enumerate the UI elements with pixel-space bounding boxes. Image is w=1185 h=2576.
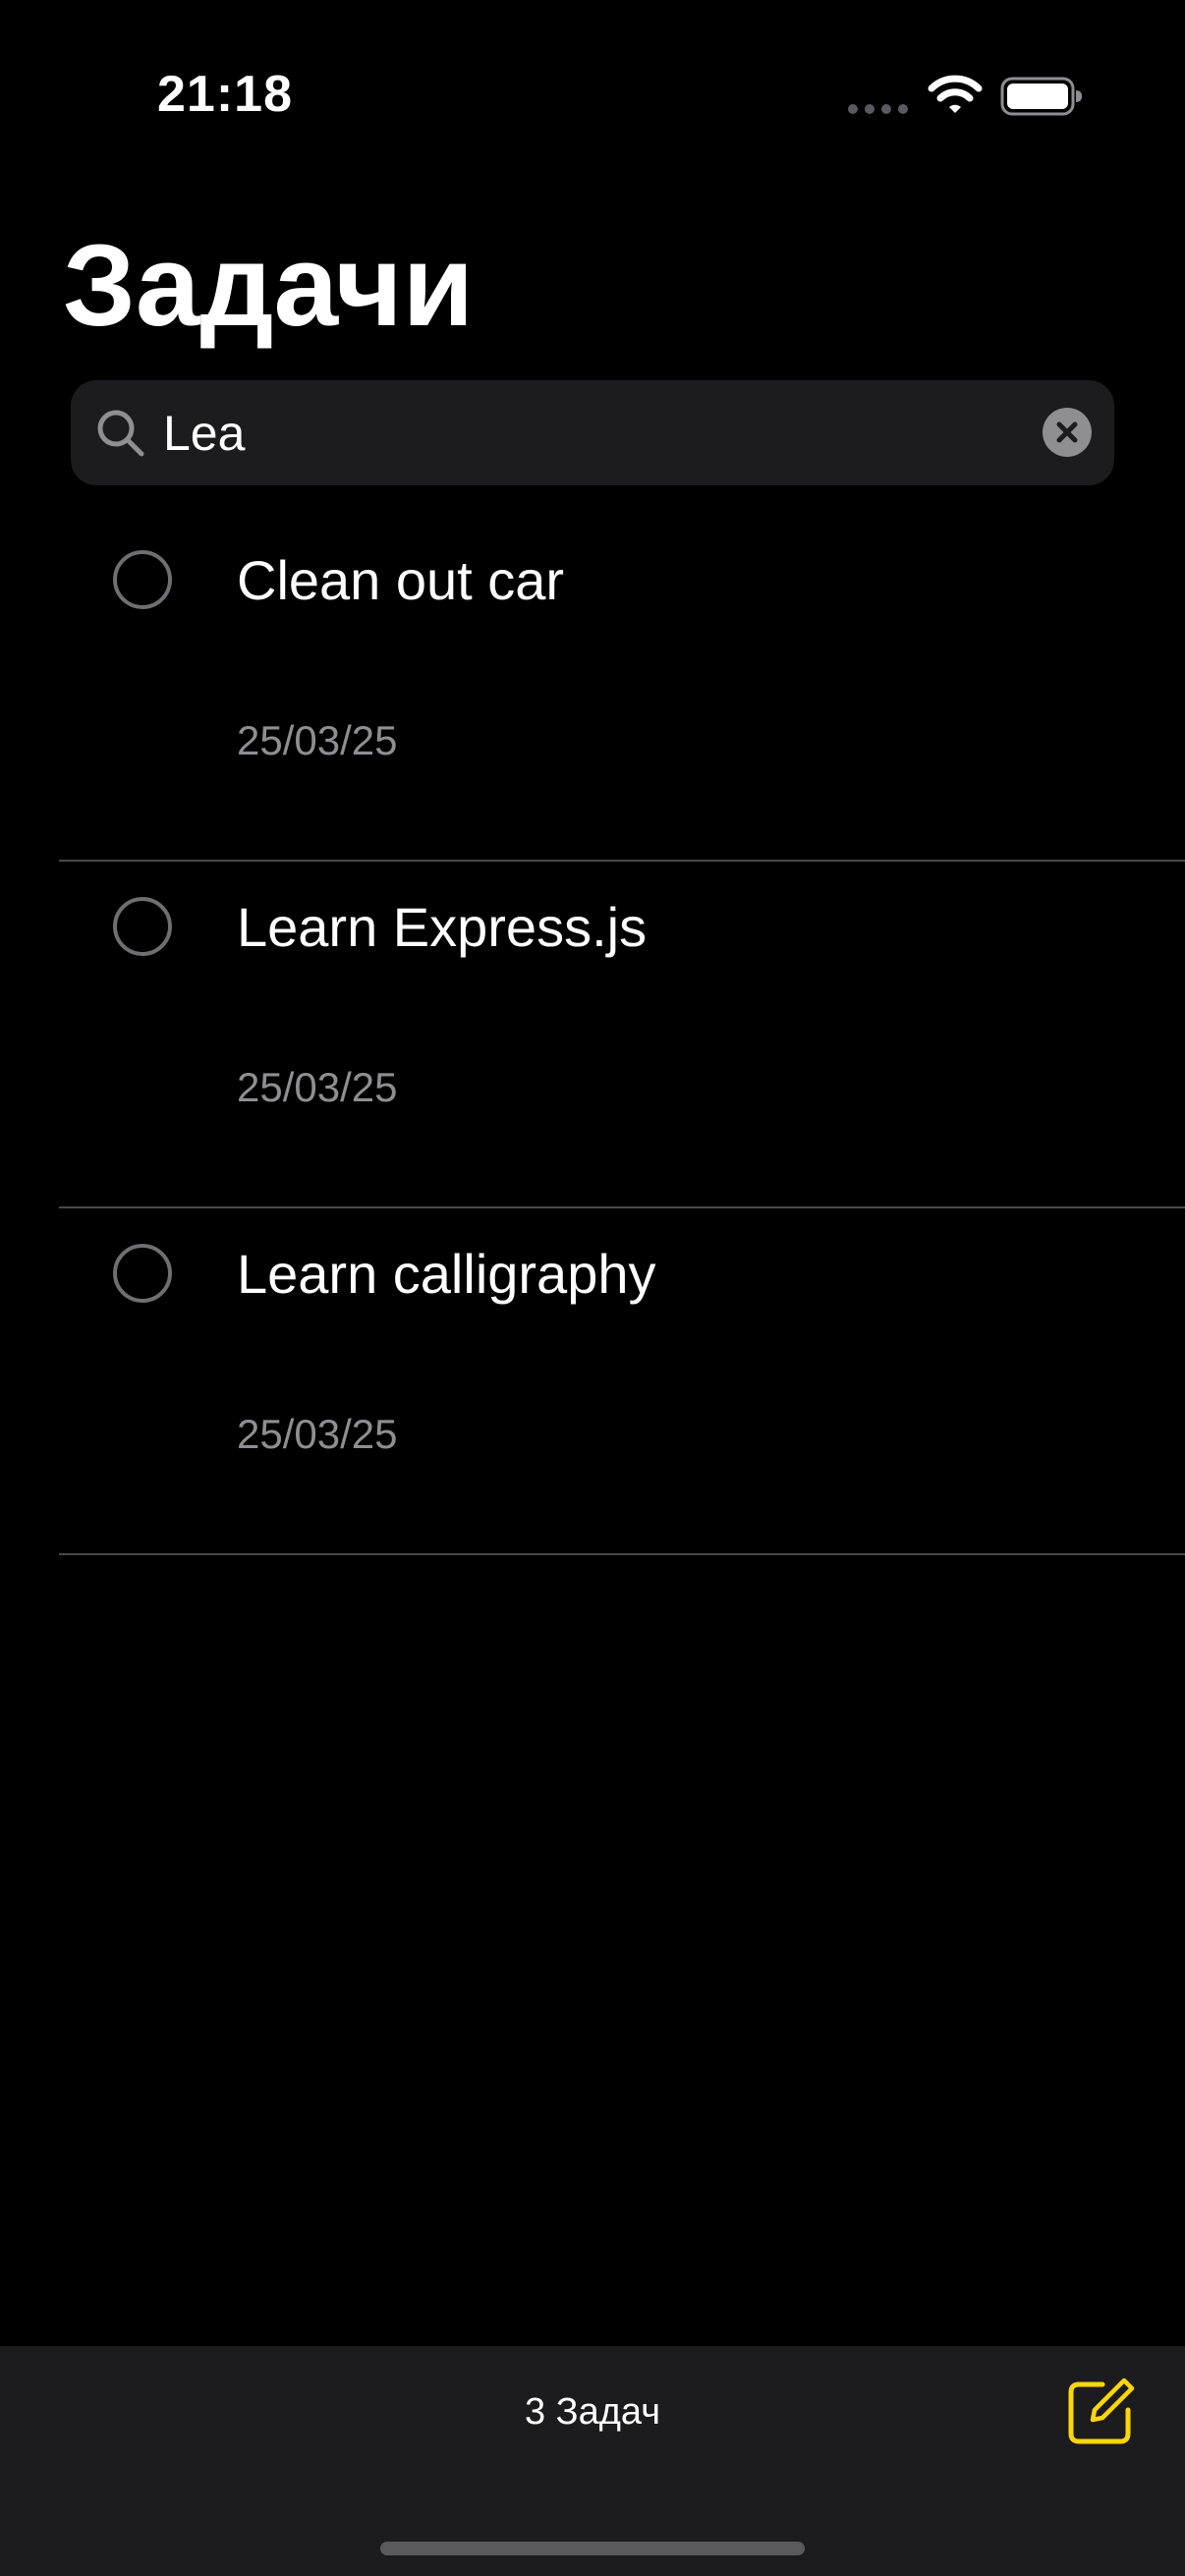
task-date: 25/03/25 [237, 1411, 398, 1457]
task-checkbox[interactable] [113, 550, 172, 609]
cellular-signal-icon [848, 104, 908, 114]
status-time: 21:18 [157, 66, 293, 123]
task-row[interactable]: Learn calligraphy 25/03/25 [0, 1208, 1185, 1555]
task-title: Learn calligraphy [237, 1243, 656, 1305]
task-date: 25/03/25 [237, 717, 398, 763]
search-icon [97, 410, 144, 457]
status-bar: 21:18 [0, 0, 1185, 196]
clear-icon [1056, 421, 1078, 443]
compose-icon[interactable] [1063, 2375, 1138, 2449]
task-row[interactable]: Learn Express.js 25/03/25 [0, 862, 1185, 1208]
bottom-toolbar: 3 Задач [0, 2346, 1185, 2576]
task-date: 25/03/25 [237, 1064, 398, 1110]
task-row[interactable]: Clean out car 25/03/25 [0, 515, 1185, 862]
task-checkbox[interactable] [113, 897, 172, 956]
clear-search-button[interactable] [1043, 408, 1092, 457]
search-bar[interactable] [71, 380, 1114, 485]
page-title: Задачи [63, 221, 475, 351]
task-title: Clean out car [237, 549, 565, 611]
battery-icon [1000, 77, 1082, 116]
wifi-icon [928, 75, 983, 113]
task-list: Clean out car 25/03/25 Learn Express.js … [0, 515, 1185, 1555]
task-title: Learn Express.js [237, 896, 648, 958]
search-input[interactable] [163, 396, 1047, 471]
task-checkbox[interactable] [113, 1244, 172, 1303]
home-indicator [380, 2542, 805, 2555]
task-count-label: 3 Задач [524, 2391, 661, 2433]
